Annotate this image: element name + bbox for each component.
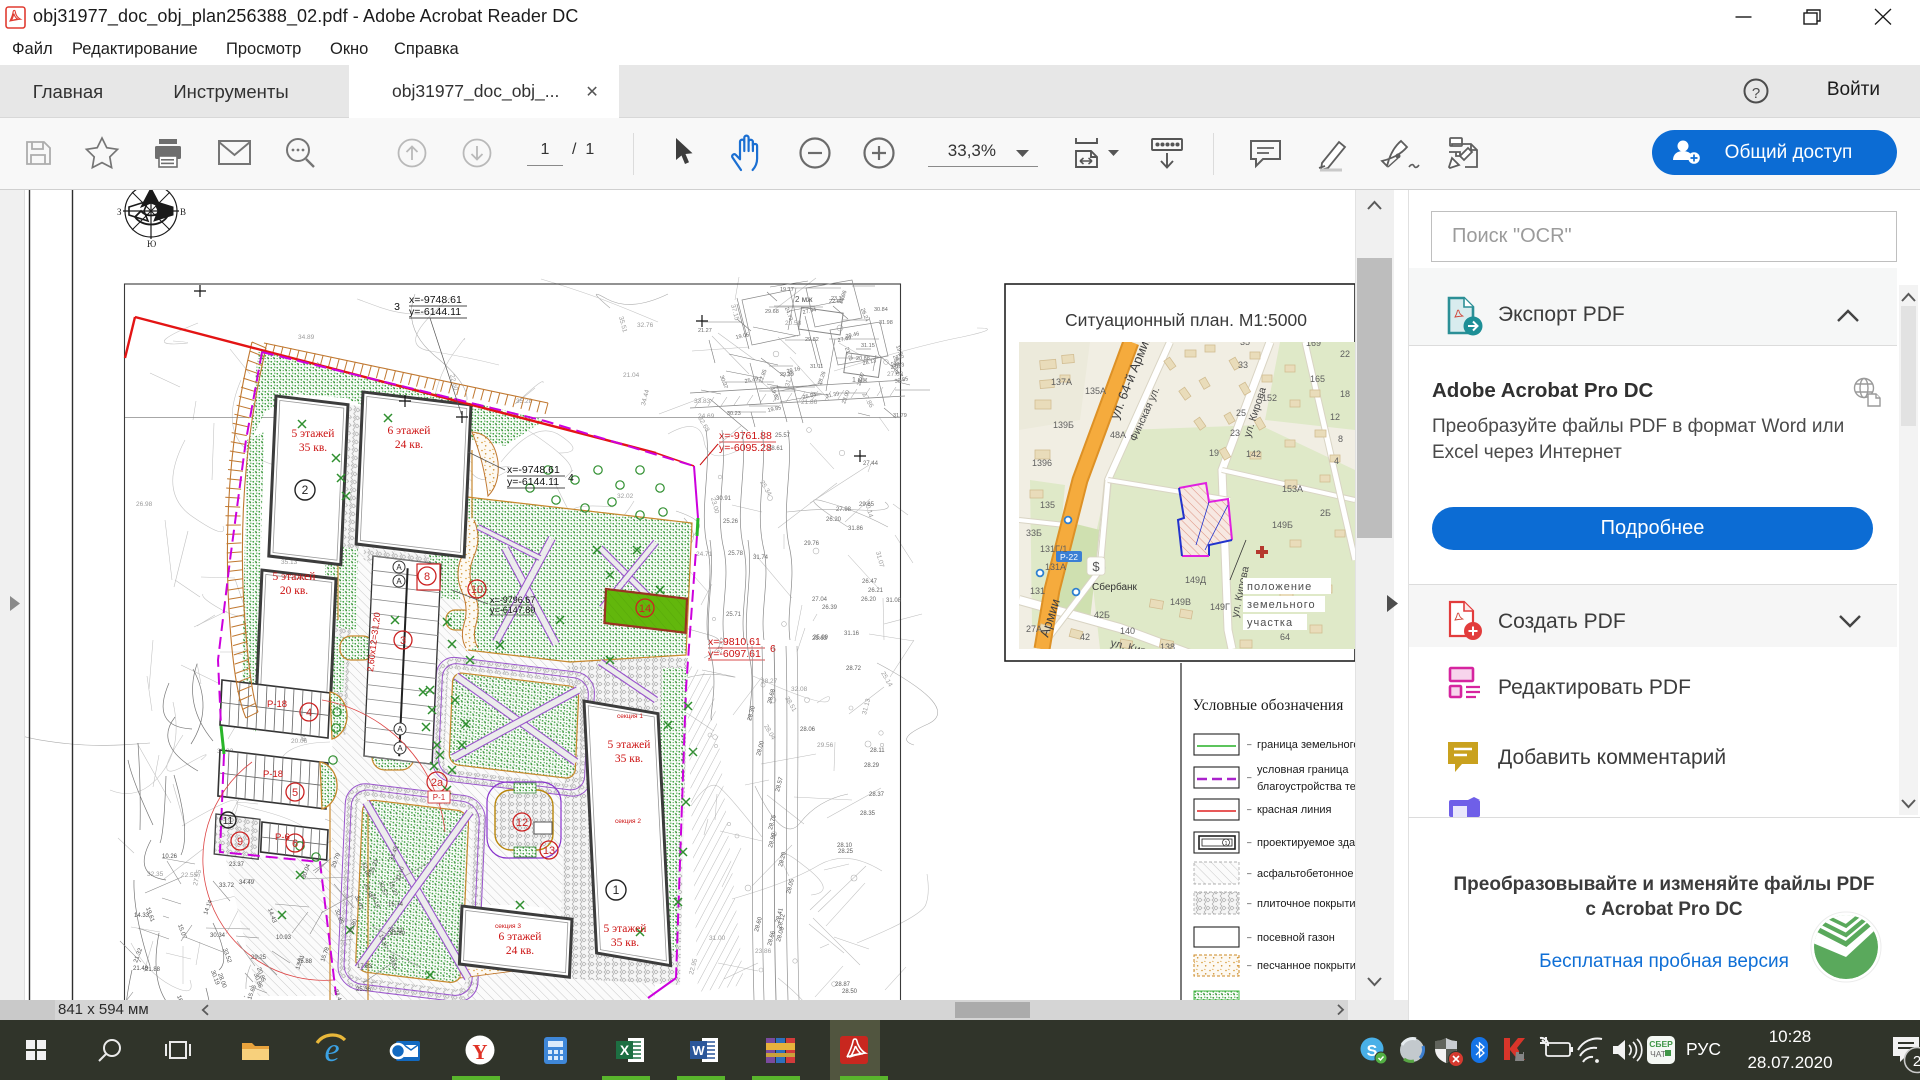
- svg-text:Y: Y: [472, 1040, 487, 1064]
- svg-text:ЧАТ: ЧАТ: [1650, 1049, 1666, 1059]
- svg-text:X: X: [620, 1042, 630, 1058]
- svg-text:e: e: [324, 1032, 339, 1069]
- svg-text:?: ?: [1752, 85, 1760, 102]
- svg-text:W: W: [692, 1043, 705, 1058]
- svg-text:2: 2: [1913, 1053, 1920, 1070]
- svg-text:СБЕР: СБЕР: [1649, 1039, 1673, 1049]
